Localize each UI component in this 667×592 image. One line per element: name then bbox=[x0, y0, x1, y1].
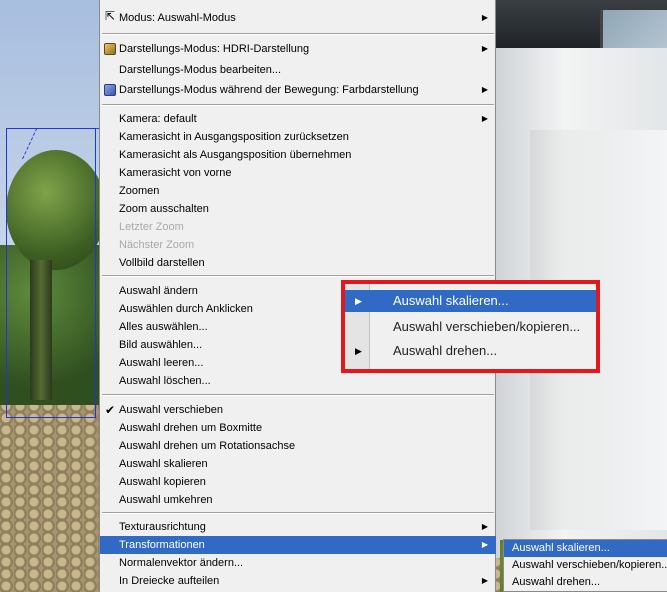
menu-item-dreiecke[interactable]: In Dreiecke aufteilen ▶ bbox=[100, 572, 496, 590]
cursor-icon: ⇱ bbox=[105, 9, 116, 23]
motion-render-icon bbox=[104, 84, 116, 96]
menu-item-label: Kamerasicht von vorne bbox=[119, 167, 232, 179]
menu-item-label: Auswählen durch Anklicken bbox=[119, 303, 253, 315]
menu-separator bbox=[102, 394, 494, 396]
arrow-icon: ▶ bbox=[355, 296, 362, 306]
menu-item-label: Kamerasicht in Ausgangsposition zurückse… bbox=[119, 131, 349, 143]
menu-item-kamera[interactable]: Kamera: default ▶ bbox=[100, 110, 496, 128]
menu-separator bbox=[102, 512, 494, 514]
menu-item-label: In Dreiecke aufteilen bbox=[119, 575, 220, 587]
menu-item-label: Darstellungs-Modus bearbeiten... bbox=[119, 64, 282, 76]
menu-item-label: Auswahl verschieben bbox=[119, 404, 223, 416]
menu-item-zoom-aus[interactable]: Zoom ausschalten bbox=[100, 200, 496, 218]
menu-item-label: Modus: Auswahl-Modus bbox=[119, 12, 236, 24]
menu-item-label: Texturausrichtung bbox=[119, 521, 206, 533]
menu-item-auswahl-loeschen[interactable]: Auswahl löschen... bbox=[100, 372, 496, 390]
menu-item-auswahl-drehen-rotationsachse[interactable]: Auswahl drehen um Rotationsachse bbox=[100, 437, 496, 455]
menu-separator bbox=[102, 104, 494, 106]
menu-item-label: Zoomen bbox=[119, 185, 160, 197]
menu-item-auswahl-skalieren[interactable]: Auswahl skalieren bbox=[100, 455, 496, 473]
submenu-item-label: Auswahl verschieben/kopieren... bbox=[512, 559, 667, 571]
menu-item-label: Auswahl umkehren bbox=[119, 494, 213, 506]
menu-item-darstellungsmodus-bearbeiten[interactable]: Darstellungs-Modus bearbeiten... bbox=[100, 61, 496, 79]
menu-item-label: Bild auswählen... bbox=[119, 339, 203, 351]
menu-item-transformationen[interactable]: Transformationen ▶ bbox=[100, 536, 496, 554]
submenu-arrow-icon: ▶ bbox=[481, 576, 488, 585]
menu-item-modus[interactable]: ⇱ Modus: Auswahl-Modus ▶ bbox=[100, 9, 496, 27]
menu-item-label: Letzter Zoom bbox=[119, 221, 184, 233]
menu-item-darstellungsmodus[interactable]: Darstellungs-Modus: HDRI-Darstellung ▶ bbox=[100, 40, 496, 58]
arrow-icon: ▶ bbox=[355, 346, 362, 356]
menu-item-label: Alles auswählen... bbox=[119, 321, 208, 333]
selection-bounding-box bbox=[6, 128, 96, 418]
menu-item-auswahl-umkehren[interactable]: Auswahl umkehren bbox=[100, 491, 496, 509]
submenu-arrow-icon: ▶ bbox=[481, 85, 488, 94]
menu-item-label: Auswahl drehen um Boxmitte bbox=[119, 422, 263, 434]
submenu-arrow-icon: ▶ bbox=[481, 44, 488, 53]
menu-item-auswahl-verschieben[interactable]: ✔ Auswahl verschieben bbox=[100, 401, 496, 419]
submenu-item-auswahl-skalieren[interactable]: Auswahl skalieren... bbox=[504, 540, 667, 557]
menu-item-label: Kamera: default bbox=[119, 113, 197, 125]
submenu-arrow-icon: ▶ bbox=[481, 540, 488, 549]
menu-item-vollbild[interactable]: Vollbild darstellen bbox=[100, 254, 496, 272]
menu-item-label: Auswahl drehen um Rotationsachse bbox=[119, 440, 296, 452]
menu-item-label: Darstellungs-Modus: HDRI-Darstellung bbox=[119, 43, 310, 55]
transformationen-submenu: Auswahl skalieren... Auswahl verschieben… bbox=[503, 539, 667, 592]
checkmark-icon: ✔ bbox=[105, 403, 116, 417]
menu-item-auswahl-drehen-boxmitte[interactable]: Auswahl drehen um Boxmitte bbox=[100, 419, 496, 437]
menu-item-darstellungsmodus-bewegung[interactable]: Darstellungs-Modus während der Bewegung:… bbox=[100, 81, 496, 99]
zoomed-item-auswahl-verschieben-kopieren[interactable]: Auswahl verschieben/kopieren... bbox=[345, 316, 596, 338]
zoomed-item-auswahl-drehen[interactable]: ▶ Auswahl drehen... bbox=[345, 340, 596, 362]
menu-item-zoomen[interactable]: Zoomen bbox=[100, 182, 496, 200]
zoomed-item-auswahl-skalieren[interactable]: ▶ Auswahl skalieren... bbox=[345, 290, 596, 312]
menu-item-normalenvektor[interactable]: Normalenvektor ändern... bbox=[100, 554, 496, 572]
menu-item-texturausrichtung[interactable]: Texturausrichtung ▶ bbox=[100, 518, 496, 536]
submenu-item-label: Auswahl skalieren... bbox=[512, 542, 610, 554]
submenu-item-auswahl-drehen[interactable]: Auswahl drehen... bbox=[504, 574, 667, 591]
menu-item-naechster-zoom[interactable]: Nächster Zoom bbox=[100, 236, 496, 254]
menu-item-label: Darstellungs-Modus während der Bewegung:… bbox=[119, 84, 419, 96]
menu-item-label: Auswahl ändern bbox=[119, 285, 198, 297]
menu-item-label: Vollbild darstellen bbox=[119, 257, 205, 269]
menu-item-label: Auswahl löschen... bbox=[119, 375, 211, 387]
menu-item-label: Nächster Zoom bbox=[119, 239, 195, 251]
menu-item-label: Normalenvektor ändern... bbox=[119, 557, 244, 569]
menu-item-kamera-zuruecksetzen[interactable]: Kamerasicht in Ausgangsposition zurückse… bbox=[100, 128, 496, 146]
menu-item-letzter-zoom[interactable]: Letzter Zoom bbox=[100, 218, 496, 236]
render-mode-icon bbox=[104, 43, 116, 55]
zoomed-item-label: Auswahl verschieben/kopieren... bbox=[393, 319, 581, 334]
submenu-arrow-icon: ▶ bbox=[481, 13, 488, 22]
menu-separator bbox=[102, 33, 494, 35]
menu-item-label: Auswahl leeren... bbox=[119, 357, 204, 369]
zoomed-submenu-callout: ▶ Auswahl skalieren... Auswahl verschieb… bbox=[341, 280, 600, 373]
menu-item-kamera-vorne[interactable]: Kamerasicht von vorne bbox=[100, 164, 496, 182]
menu-separator bbox=[102, 275, 494, 277]
menu-item-kamera-uebernehmen[interactable]: Kamerasicht als Ausgangsposition überneh… bbox=[100, 146, 496, 164]
menu-item-label: Transformationen bbox=[119, 539, 205, 551]
submenu-arrow-icon: ▶ bbox=[481, 522, 488, 531]
submenu-item-auswahl-verschieben-kopieren[interactable]: Auswahl verschieben/kopieren... bbox=[504, 557, 667, 574]
zoomed-item-label: Auswahl drehen... bbox=[393, 343, 498, 358]
submenu-item-label: Auswahl drehen... bbox=[512, 576, 601, 588]
submenu-arrow-icon: ▶ bbox=[481, 114, 488, 123]
menu-item-label: Kamerasicht als Ausgangsposition überneh… bbox=[119, 149, 352, 161]
menu-item-auswahl-kopieren[interactable]: Auswahl kopieren bbox=[100, 473, 496, 491]
menu-item-label: Auswahl skalieren bbox=[119, 458, 208, 470]
menu-item-label: Auswahl kopieren bbox=[119, 476, 206, 488]
menu-item-label: Zoom ausschalten bbox=[119, 203, 209, 215]
zoomed-item-label: Auswahl skalieren... bbox=[393, 293, 509, 308]
